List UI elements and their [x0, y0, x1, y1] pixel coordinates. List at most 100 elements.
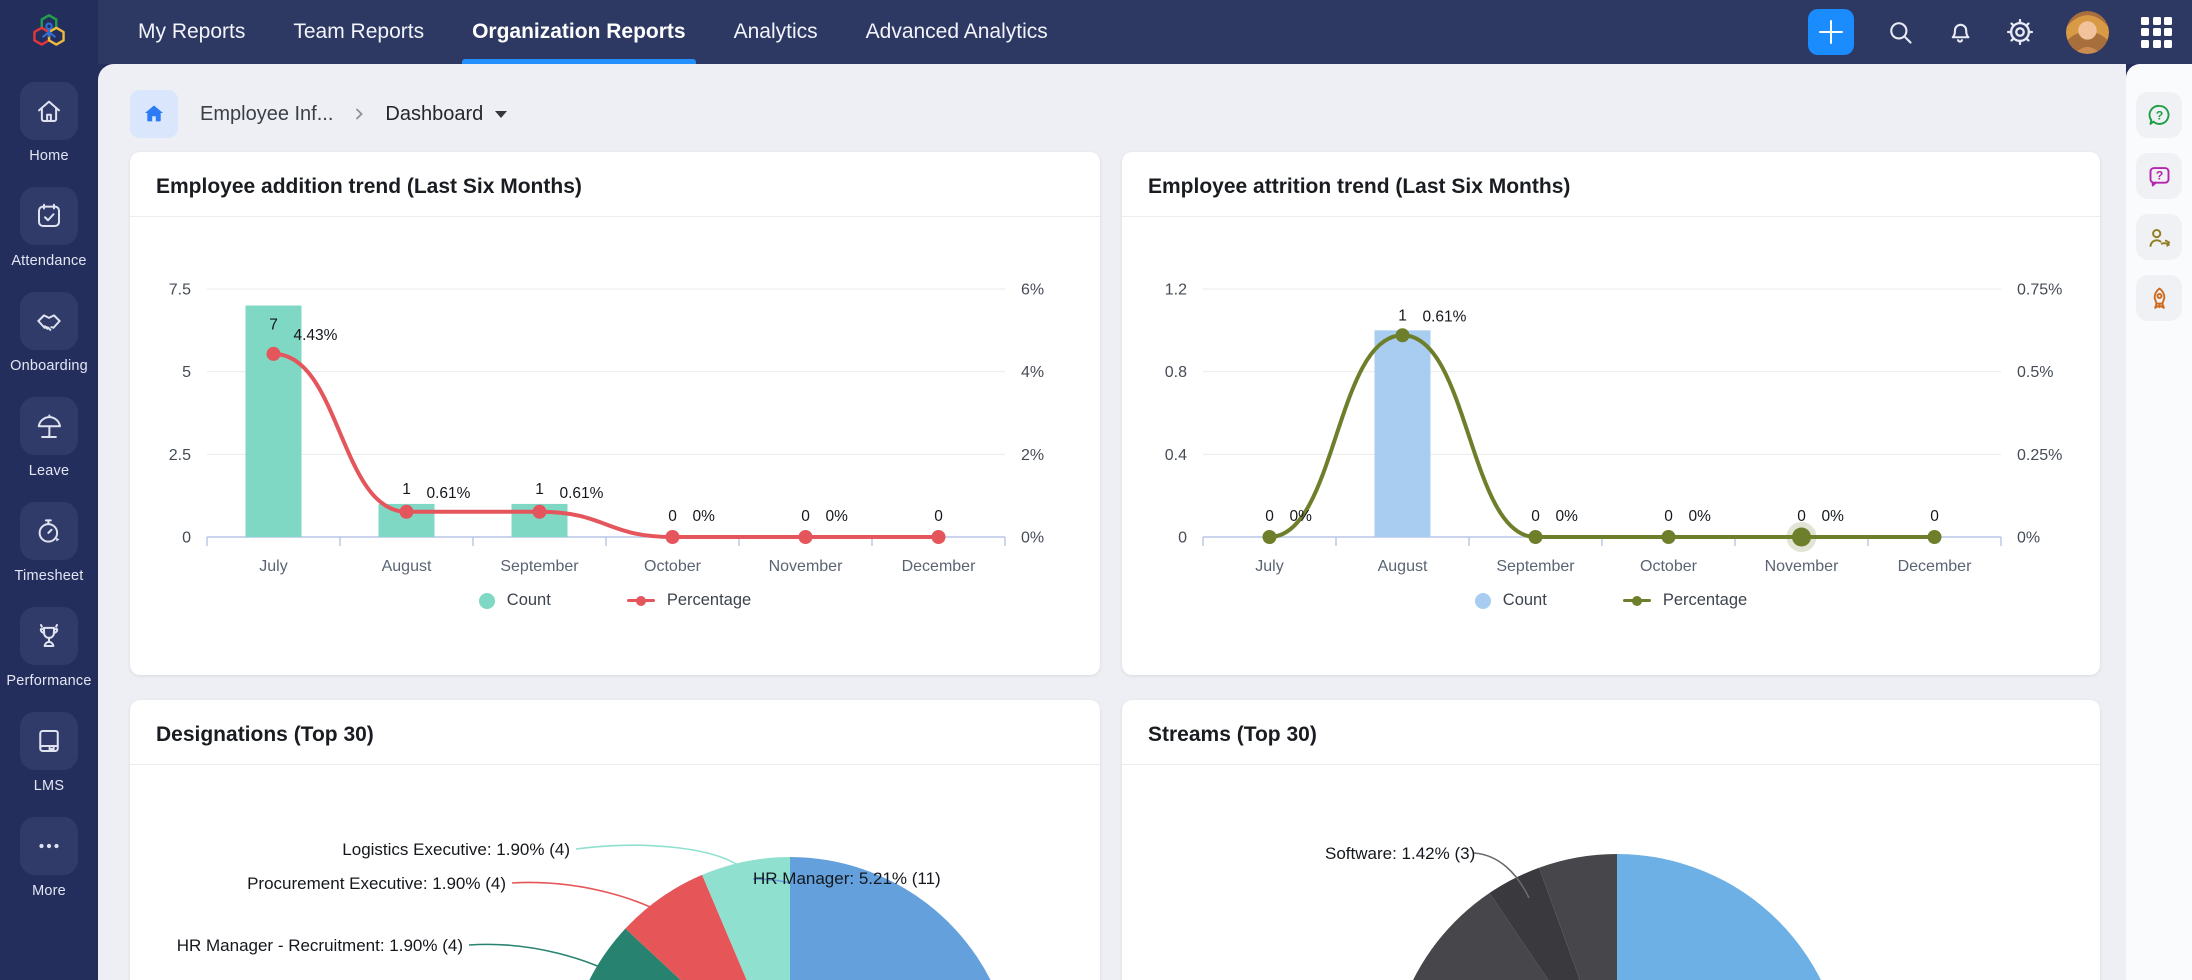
sidebar-label: Timesheet: [15, 568, 84, 584]
svg-text:0: 0: [1265, 508, 1274, 525]
legend-item-count[interactable]: Count: [479, 591, 551, 610]
svg-text:December: December: [902, 558, 976, 575]
avatar-image: [2066, 11, 2109, 54]
breadcrumb-page-label: Dashboard: [385, 103, 483, 126]
primary-nav: My Reports Team Reports Organization Rep…: [138, 0, 1048, 64]
svg-text:0: 0: [934, 508, 943, 525]
svg-text:1: 1: [1398, 307, 1407, 324]
breadcrumb-home-button[interactable]: [130, 90, 178, 138]
search-icon[interactable]: [1886, 18, 1914, 46]
faq-button[interactable]: ?: [2136, 153, 2182, 199]
user-share-icon: [2146, 224, 2173, 251]
user-share-button[interactable]: [2136, 214, 2182, 260]
tab-my-reports[interactable]: My Reports: [138, 0, 245, 64]
svg-text:?: ?: [2155, 108, 2163, 122]
streams-pie-chart[interactable]: Software: 1.42% (3): [1141, 767, 2081, 980]
legend-label: Count: [1503, 591, 1547, 610]
legend-label: Percentage: [667, 591, 751, 610]
handshake-icon: [34, 306, 64, 336]
ellipsis-icon: [34, 831, 64, 861]
legend-item-percentage[interactable]: Percentage: [627, 591, 751, 610]
sidebar-label: Leave: [29, 463, 70, 479]
svg-text:2.5: 2.5: [169, 447, 191, 464]
svg-text:1.2: 1.2: [1165, 282, 1187, 299]
sidebar-item-onboarding[interactable]: Onboarding: [10, 292, 88, 374]
svg-text:7.5: 7.5: [169, 282, 191, 299]
tab-analytics[interactable]: Analytics: [734, 0, 818, 64]
faq-bubble-icon: ?: [2146, 163, 2173, 190]
svg-text:4%: 4%: [1021, 364, 1044, 381]
chevron-down-icon: [495, 111, 507, 118]
help-chat-button[interactable]: ?: [2136, 92, 2182, 138]
sidebar-label: Performance: [6, 673, 91, 689]
sidebar-item-leave[interactable]: Leave: [20, 397, 78, 479]
dashboard-cards: Employee addition trend (Last Six Months…: [130, 152, 2100, 980]
svg-text:September: September: [1496, 558, 1575, 575]
main-content: Employee Inf... Dashboard Employee addit…: [98, 64, 2126, 980]
sidebar-item-timesheet[interactable]: Timesheet: [15, 502, 84, 584]
sidebar-label: More: [32, 883, 66, 899]
svg-text:0%: 0%: [1021, 530, 1044, 547]
umbrella-icon: [34, 411, 64, 441]
chart-legend: Count Percentage: [1122, 591, 2100, 610]
svg-text:6%: 6%: [1021, 282, 1044, 299]
app-logo[interactable]: [0, 0, 98, 64]
svg-text:November: November: [769, 558, 843, 575]
add-button[interactable]: [1808, 9, 1854, 55]
svg-text:0: 0: [668, 508, 677, 525]
svg-text:0%: 0%: [1290, 508, 1313, 525]
svg-text:October: October: [1640, 558, 1698, 575]
legend-item-percentage[interactable]: Percentage: [1623, 591, 1747, 610]
employee-addition-combo-chart[interactable]: 7.56%54%2.52%00%JulyAugustSeptemberOctob…: [145, 219, 1085, 581]
legend-label: Percentage: [1663, 591, 1747, 610]
svg-text:0%: 0%: [1689, 508, 1712, 525]
svg-text:HR Manager: 5.21% (11): HR Manager: 5.21% (11): [753, 869, 941, 888]
svg-text:September: September: [500, 558, 579, 575]
sidebar-item-home[interactable]: Home: [20, 82, 78, 164]
bell-icon[interactable]: [1946, 18, 1974, 46]
tab-team-reports[interactable]: Team Reports: [293, 0, 424, 64]
svg-text:0: 0: [182, 530, 191, 547]
svg-text:0: 0: [1930, 508, 1939, 525]
svg-text:0%: 0%: [826, 508, 849, 525]
svg-text:0: 0: [801, 508, 810, 525]
sidebar-item-performance[interactable]: Performance: [6, 607, 91, 689]
rocket-icon: [2146, 285, 2173, 312]
calendar-check-icon: [34, 201, 64, 231]
svg-text:5: 5: [182, 364, 191, 381]
legend-item-count[interactable]: Count: [1475, 591, 1547, 610]
tab-organization-reports[interactable]: Organization Reports: [472, 0, 686, 64]
svg-text:0.75%: 0.75%: [2017, 282, 2062, 299]
svg-text:0.4: 0.4: [1165, 447, 1187, 464]
apps-grid-icon[interactable]: [2141, 17, 2172, 48]
svg-text:August: August: [382, 558, 432, 575]
chart-title: Employee attrition trend (Last Six Month…: [1122, 152, 2100, 217]
tab-advanced-analytics[interactable]: Advanced Analytics: [866, 0, 1048, 64]
svg-text:December: December: [1898, 558, 1972, 575]
gear-icon[interactable]: [2006, 18, 2034, 46]
svg-text:0.61%: 0.61%: [1423, 308, 1467, 325]
svg-text:August: August: [1378, 558, 1428, 575]
employee-attrition-combo-chart[interactable]: 1.20.75%0.80.5%0.40.25%00%JulyAugustSept…: [1141, 219, 2081, 581]
svg-text:?: ?: [2155, 168, 2163, 182]
svg-text:4.43%: 4.43%: [294, 327, 338, 344]
sidebar-item-more[interactable]: More: [20, 817, 78, 899]
sidebar-item-attendance[interactable]: Attendance: [11, 187, 86, 269]
svg-text:0%: 0%: [693, 508, 716, 525]
count-swatch: [479, 593, 495, 609]
whats-new-button[interactable]: [2136, 275, 2182, 321]
svg-text:Procurement Executive: 1.90% (: Procurement Executive: 1.90% (4): [247, 874, 506, 893]
user-avatar[interactable]: [2066, 11, 2109, 54]
svg-text:0.61%: 0.61%: [427, 485, 471, 502]
stopwatch-icon: [34, 516, 64, 546]
card-employee-attrition-trend: Employee attrition trend (Last Six Month…: [1122, 152, 2100, 675]
chart-title: Designations (Top 30): [130, 700, 1100, 765]
topbar: My Reports Team Reports Organization Rep…: [98, 0, 2192, 64]
designations-pie-chart[interactable]: Logistics Executive: 1.90% (4)Procuremen…: [145, 767, 1085, 980]
sidebar-item-lms[interactable]: LMS: [20, 712, 78, 794]
breadcrumb-page-selector[interactable]: Dashboard: [385, 103, 507, 126]
svg-text:2%: 2%: [1021, 447, 1044, 464]
content-row: Employee Inf... Dashboard Employee addit…: [98, 64, 2192, 980]
breadcrumb-module[interactable]: Employee Inf...: [200, 103, 333, 126]
svg-text:0.25%: 0.25%: [2017, 447, 2062, 464]
